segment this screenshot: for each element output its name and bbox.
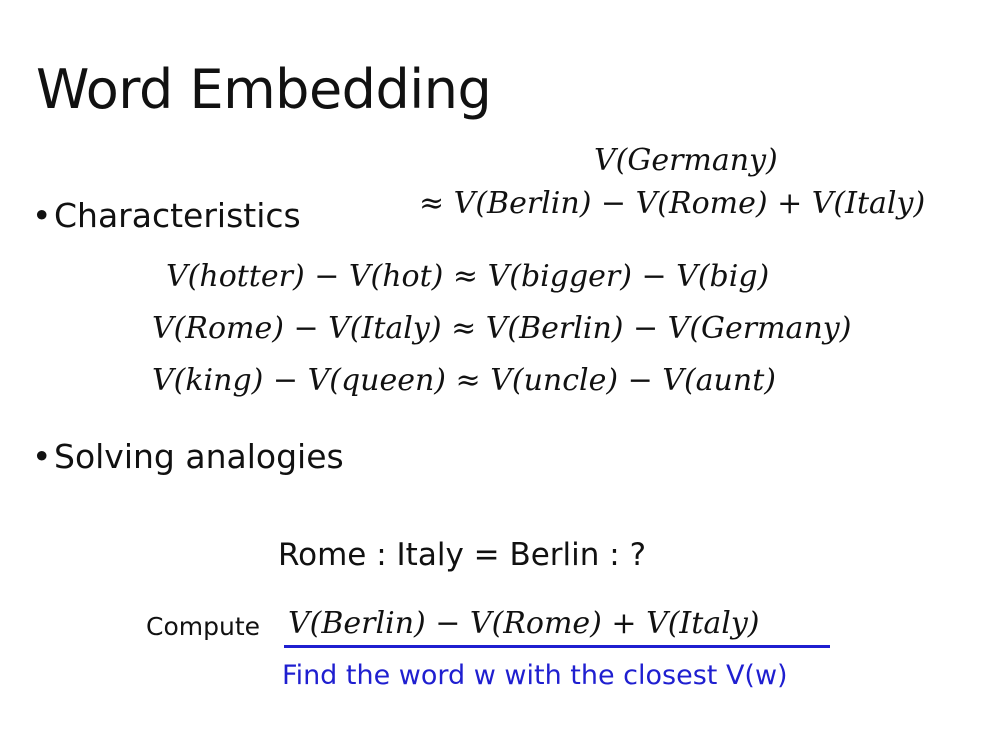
slide-title: Word Embedding [36,58,492,121]
equation-hotter: V(hotter) − V(hot) ≈ V(bigger) − V(big) [166,259,770,294]
compute-label: Compute [146,612,261,641]
analogy-text: Rome : Italy = Berlin : ? [278,537,647,573]
compute-underline [284,645,830,648]
bullet-solving-label: Solving analogies [54,437,344,476]
bullet-characteristics: •Characteristics [32,196,301,235]
slide: Word Embedding •Characteristics V(German… [0,0,990,730]
compute-expression: V(Berlin) − V(Rome) + V(Italy) [288,606,760,641]
bullet-solving-analogies: •Solving analogies [32,437,344,476]
equation-germany-lhs: V(Germany) [594,143,778,178]
find-closest-text: Find the word w with the closest V(w) [282,660,788,691]
equation-rome: V(Rome) − V(Italy) ≈ V(Berlin) − V(Germa… [152,311,852,346]
bullet-dot: • [32,437,52,476]
bullet-dot: • [32,196,52,235]
bullet-characteristics-label: Characteristics [54,196,301,235]
equation-king: V(king) − V(queen) ≈ V(uncle) − V(aunt) [152,363,776,398]
equation-germany-rhs: ≈ V(Berlin) − V(Rome) + V(Italy) [419,186,926,221]
